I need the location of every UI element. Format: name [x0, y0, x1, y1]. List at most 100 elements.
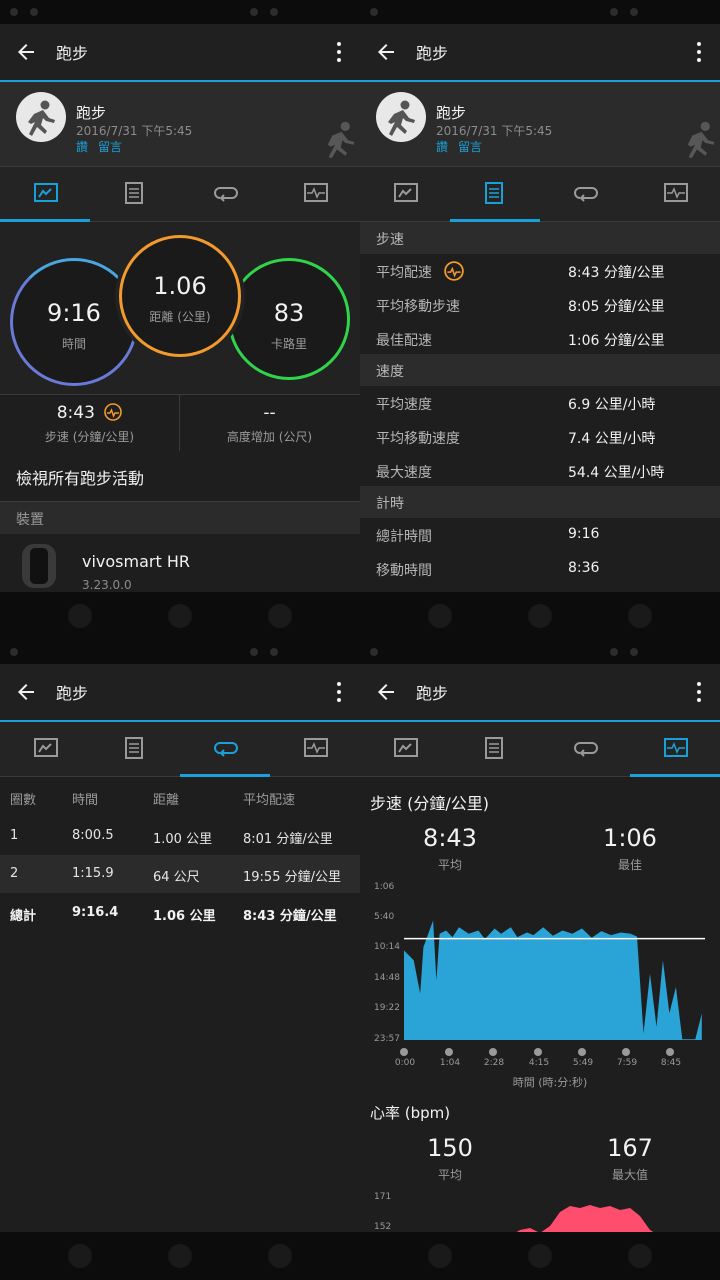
device-section-label: 裝置 [16, 512, 44, 528]
status-icon [250, 648, 258, 656]
total-time-row: 總計時間 9:16 [360, 518, 720, 552]
page-title: 跑步 [416, 44, 449, 63]
timing-section-header: 計時 [360, 486, 720, 518]
col-header-time: 時間 [72, 793, 99, 808]
status-icon [370, 8, 378, 16]
time-value: 9:16 [47, 299, 101, 327]
x-tick-label: 2:28 [483, 1058, 505, 1068]
avg-move-pace-label: 平均移動步速 [376, 299, 460, 315]
nav-home-icon[interactable] [528, 1244, 552, 1268]
tab-summary[interactable] [0, 722, 90, 776]
timing-section-label: 計時 [376, 496, 404, 512]
tab-details[interactable] [450, 167, 540, 222]
pace-value: 8:43 [56, 403, 95, 423]
nav-home-icon[interactable] [168, 1244, 192, 1268]
comment-link[interactable]: 留言 [98, 138, 122, 155]
nav-home-icon[interactable] [528, 604, 552, 628]
summary-icon [34, 738, 58, 757]
calories-circle: 83 卡路里 [228, 258, 350, 380]
lap-number: 2 [10, 866, 19, 881]
back-arrow-icon[interactable] [374, 40, 398, 64]
tab-laps[interactable] [540, 167, 630, 221]
tab-charts[interactable] [630, 722, 720, 777]
tab-charts[interactable] [270, 722, 360, 776]
hr-chart [510, 1205, 660, 1236]
summary-icon [394, 183, 418, 202]
avg-move-pace-value: 8:05 分鐘/公里 [568, 299, 665, 315]
laps-icon [214, 187, 238, 202]
tab-charts[interactable] [270, 167, 360, 221]
more-options-icon[interactable] [696, 680, 702, 704]
like-link[interactable]: 讚 [76, 138, 88, 155]
nav-recents-icon[interactable] [268, 604, 292, 628]
runner-icon [388, 100, 415, 136]
nav-recents-icon[interactable] [268, 1244, 292, 1268]
system-nav-bar [360, 592, 720, 640]
distance-label: 距離 (公里) [149, 310, 211, 324]
time-circle: 9:16 時間 [10, 258, 138, 386]
avg-speed-row: 平均速度 6.9 公里/小時 [360, 386, 720, 420]
more-options-icon[interactable] [696, 40, 702, 64]
activity-name: 跑步 [436, 104, 467, 122]
hr-avg-value: 150 [427, 1134, 473, 1162]
distance-value: 1.06 [153, 272, 207, 300]
comment-link[interactable]: 留言 [458, 138, 482, 155]
summary-screen: 跑步 跑步 2016/7/31 下午5:45 讚 留言 9:16 時間 83 卡… [0, 0, 360, 640]
tab-laps[interactable] [180, 722, 270, 777]
status-bar [360, 640, 720, 664]
nav-back-icon[interactable] [68, 1244, 92, 1268]
charts-icon [304, 738, 328, 757]
back-arrow-icon[interactable] [14, 680, 38, 704]
x-tick-marker [622, 1048, 630, 1056]
page-title: 跑步 [56, 44, 89, 63]
tab-details[interactable] [90, 167, 180, 221]
x-tick-marker [578, 1048, 586, 1056]
x-tick-label: 4:15 [528, 1058, 550, 1068]
tab-summary[interactable] [360, 167, 450, 221]
table-row[interactable]: 1 8:00.5 1.00 公里 8:01 分鐘/公里 [0, 817, 360, 855]
table-row[interactable]: 2 1:15.9 64 公尺 19:55 分鐘/公里 [0, 855, 360, 893]
page-title: 跑步 [56, 684, 89, 703]
avg-move-speed-label: 平均移動速度 [376, 431, 460, 447]
nav-back-icon[interactable] [68, 604, 92, 628]
hr-max-value: 167 [607, 1134, 653, 1162]
tab-laps[interactable] [540, 722, 630, 776]
system-nav-bar [360, 1232, 720, 1280]
device-row[interactable]: vivosmart HR 3.23.0.0 [0, 534, 360, 592]
tab-summary[interactable] [360, 722, 450, 776]
tab-charts[interactable] [630, 167, 720, 221]
total-time: 9:16.4 [72, 905, 119, 920]
system-nav-bar [0, 1232, 360, 1280]
back-arrow-icon[interactable] [374, 680, 398, 704]
nav-home-icon[interactable] [168, 604, 192, 628]
status-icon [370, 648, 378, 656]
total-time-label: 總計時間 [376, 529, 432, 545]
activity-date: 2016/7/31 下午5:45 [436, 124, 553, 138]
view-all-runs-label: 檢視所有跑步活動 [16, 469, 145, 488]
tab-laps[interactable] [180, 167, 270, 221]
tab-details[interactable] [90, 722, 180, 776]
pace-best-value: 1:06 [603, 824, 657, 852]
back-arrow-icon[interactable] [14, 40, 38, 64]
details-screen: 跑步 跑步 2016/7/31 下午5:45 讚 留言 步速 平均配速 8:43… [360, 0, 720, 640]
nav-back-icon[interactable] [428, 604, 452, 628]
nav-recents-icon[interactable] [628, 1244, 652, 1268]
avg-speed-label: 平均速度 [376, 397, 432, 413]
pace-label: 步速 (分鐘/公里) [44, 430, 135, 444]
more-options-icon[interactable] [336, 680, 342, 704]
app-bar: 跑步 [0, 664, 360, 722]
moving-time-value: 8:36 [568, 560, 600, 576]
total-label: 總計 [10, 909, 37, 924]
tab-summary[interactable] [0, 167, 90, 222]
like-link[interactable]: 讚 [436, 138, 448, 155]
tab-details[interactable] [450, 722, 540, 776]
status-bar [360, 0, 720, 24]
laps-icon [214, 742, 238, 757]
status-bar [0, 640, 360, 664]
more-options-icon[interactable] [336, 40, 342, 64]
view-all-runs-link[interactable]: 檢視所有跑步活動 [0, 451, 360, 502]
nav-back-icon[interactable] [428, 1244, 452, 1268]
avg-move-speed-row: 平均移動速度 7.4 公里/小時 [360, 420, 720, 454]
tab-bar [0, 167, 360, 222]
nav-recents-icon[interactable] [628, 604, 652, 628]
